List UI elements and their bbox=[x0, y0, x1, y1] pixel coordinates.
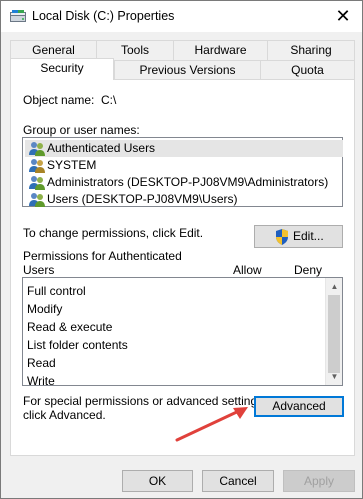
permission-read: Read bbox=[27, 356, 56, 370]
group-label: Group or user names: bbox=[23, 123, 140, 137]
scroll-down-icon[interactable]: ▼ bbox=[326, 368, 342, 385]
advanced-button[interactable]: Advanced bbox=[254, 396, 344, 417]
group-item-users[interactable]: Users (DESKTOP-PJ08VM9\Users) bbox=[25, 191, 237, 208]
permissions-label-line2: Users bbox=[23, 263, 55, 277]
title-bar[interactable]: Local Disk (C:) Properties ✕ bbox=[1, 1, 362, 32]
tab-hardware[interactable]: Hardware bbox=[173, 40, 268, 60]
cancel-button[interactable]: Cancel bbox=[202, 470, 274, 492]
close-icon: ✕ bbox=[335, 6, 351, 27]
permissions-list[interactable]: Full control Modify Read & execute List … bbox=[22, 277, 343, 386]
tab-quota[interactable]: Quota bbox=[260, 60, 355, 80]
permission-modify: Modify bbox=[27, 302, 63, 316]
uac-shield-icon bbox=[276, 229, 288, 245]
users-group-icon bbox=[29, 159, 45, 173]
change-permissions-text: To change permissions, click Edit. bbox=[23, 226, 204, 240]
edit-button[interactable]: Edit... bbox=[254, 225, 343, 248]
scroll-thumb[interactable] bbox=[328, 295, 340, 373]
annotation-arrow bbox=[175, 407, 248, 442]
permissions-scrollbar[interactable]: ▲ ▼ bbox=[325, 278, 342, 385]
object-name-label: Object name: bbox=[23, 93, 95, 107]
users-group-icon bbox=[29, 193, 45, 207]
security-panel: Object name: C:\ Group or user names: Au… bbox=[10, 79, 355, 456]
scroll-up-icon[interactable]: ▲ bbox=[326, 278, 342, 295]
group-listbox[interactable]: Authenticated Users SYSTEM Administrator… bbox=[22, 137, 343, 207]
deny-header: Deny bbox=[294, 263, 323, 277]
allow-header: Allow bbox=[233, 263, 262, 277]
permissions-label-line1: Permissions for Authenticated bbox=[23, 249, 182, 263]
permission-write: Write bbox=[27, 374, 55, 386]
tab-sharing[interactable]: Sharing bbox=[267, 40, 355, 60]
apply-button[interactable]: Apply bbox=[283, 470, 355, 492]
ok-button[interactable]: OK bbox=[122, 470, 193, 492]
window-title: Local Disk (C:) Properties bbox=[32, 9, 175, 23]
tab-general[interactable]: General bbox=[10, 40, 97, 60]
permission-read-execute: Read & execute bbox=[27, 320, 113, 334]
special-permissions-text-line2: click Advanced. bbox=[23, 408, 106, 422]
group-item-system[interactable]: SYSTEM bbox=[25, 157, 96, 174]
drive-icon bbox=[10, 10, 26, 22]
close-button[interactable]: ✕ bbox=[325, 3, 361, 31]
users-group-icon bbox=[29, 176, 45, 190]
tab-previous-versions[interactable]: Previous Versions bbox=[114, 60, 261, 80]
tab-tools[interactable]: Tools bbox=[96, 40, 174, 60]
permission-full-control: Full control bbox=[27, 284, 86, 298]
permission-list-folder-contents: List folder contents bbox=[27, 338, 128, 352]
object-name-value: C:\ bbox=[101, 93, 117, 107]
group-item-authenticated-users[interactable]: Authenticated Users bbox=[25, 140, 343, 157]
group-item-administrators[interactable]: Administrators (DESKTOP-PJ08VM9\Administ… bbox=[25, 174, 328, 191]
tab-security[interactable]: Security bbox=[10, 58, 114, 80]
users-group-icon bbox=[29, 142, 45, 156]
properties-dialog: Local Disk (C:) Properties ✕ General Too… bbox=[0, 0, 363, 499]
